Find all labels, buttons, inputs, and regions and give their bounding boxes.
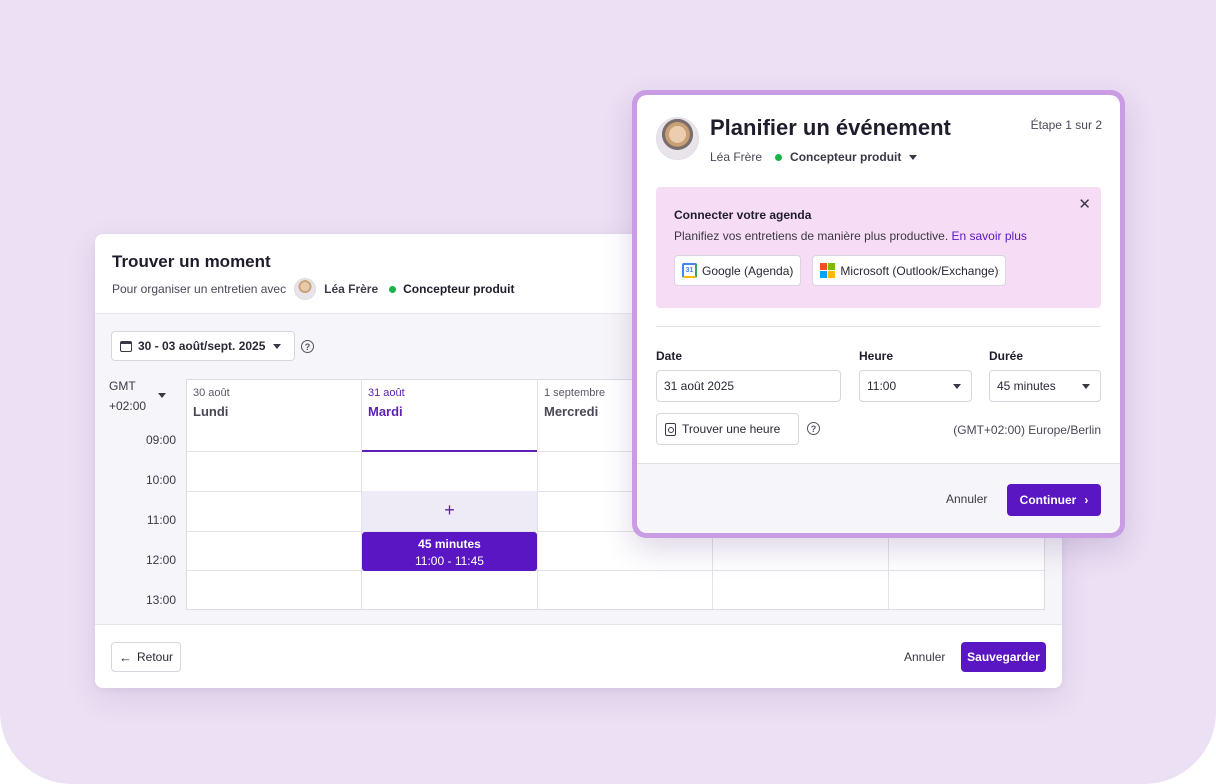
duration-label: Durée <box>989 349 1024 363</box>
date-range-select[interactable]: 30 - 03 août/sept. 2025 <box>111 331 295 361</box>
hour-label: 09:00 <box>145 433 176 447</box>
time-select[interactable]: 11:00 <box>859 370 972 402</box>
find-time-button[interactable]: Trouver une heure <box>656 413 799 445</box>
person-name: Léa Frère <box>324 282 379 296</box>
microsoft-label: Microsoft (Outlook/Exchange) <box>840 263 999 278</box>
chevron-right-icon: › <box>1084 493 1089 507</box>
event-title: 45 minutes <box>418 537 481 551</box>
hour-label: 10:00 <box>145 473 176 487</box>
event-time: 11:00 - 11:45 <box>415 554 484 568</box>
page-canvas: Trouver un moment Pour organiser un entr… <box>0 0 1216 784</box>
help-icon[interactable]: ? <box>301 340 314 353</box>
timezone-text: (GMT+02:00) Europe/Berlin <box>953 423 1101 437</box>
calendar-icon <box>120 340 132 352</box>
search-document-icon <box>665 422 676 436</box>
cancel-button[interactable]: Annuler <box>904 650 945 664</box>
status-dot <box>775 153 783 161</box>
event-block[interactable]: 45 minutes 11:00 - 11:45 <box>362 532 537 571</box>
hour-label: 11:00 <box>146 513 176 527</box>
find-time-label: Trouver une heure <box>682 422 781 436</box>
day-date: 30 août <box>193 387 230 399</box>
microsoft-icon <box>820 263 836 278</box>
duration-select[interactable]: 45 minutes <box>989 370 1101 402</box>
day-name: Mardi <box>368 404 403 419</box>
day-header[interactable]: 31 août Mardi <box>362 380 537 452</box>
duration-value: 45 minutes <box>997 379 1056 393</box>
google-label: Google (Agenda) <box>702 263 794 278</box>
modal-title: Planifier un événement <box>710 115 951 140</box>
timezone-label: GMT <box>109 379 136 393</box>
schedule-modal: Planifier un événement Étape 1 sur 2 Léa… <box>637 95 1120 533</box>
chevron-down-icon <box>953 384 961 389</box>
step-indicator: Étape 1 sur 2 <box>1030 118 1102 132</box>
time-value: 11:00 <box>867 379 897 393</box>
learn-more-link[interactable]: En savoir plus <box>952 229 1027 243</box>
google-calendar-button[interactable]: 31 Google (Agenda) <box>674 255 802 286</box>
hour-label: 12:00 <box>145 553 176 567</box>
arrow-left-icon: ← <box>118 649 132 665</box>
provider-buttons: 31 Google (Agenda) Microsoft (Outlook/Ex… <box>674 255 1083 286</box>
day-name: Lundi <box>193 404 229 419</box>
banner-title: Connecter votre agenda <box>674 208 812 222</box>
add-slot-button[interactable]: + <box>362 491 537 531</box>
date-label: Date <box>656 349 683 363</box>
schedule-modal-frame: Planifier un événement Étape 1 sur 2 Léa… <box>632 90 1125 538</box>
day-column-lundi: 30 août Lundi <box>187 380 362 609</box>
continue-label: Continuer <box>1019 493 1077 507</box>
day-date: 31 août <box>368 387 405 399</box>
date-field[interactable]: 31 août 2025 <box>656 370 841 402</box>
date-value: 31 août 2025 <box>664 379 735 393</box>
google-calendar-icon: 31 <box>682 263 697 278</box>
microsoft-button[interactable]: Microsoft (Outlook/Exchange) <box>812 255 1007 286</box>
modal-footer: Annuler Continuer › <box>637 463 1120 533</box>
modal-subtitle: Léa Frère Concepteur produit <box>710 150 918 164</box>
card-footer: ← Retour Annuler Sauvegarder <box>95 624 1062 688</box>
status-dot <box>389 285 397 293</box>
day-header[interactable]: 30 août Lundi <box>187 380 361 452</box>
cancel-button[interactable]: Annuler <box>946 492 987 506</box>
banner-text: Planifiez vos entretiens de manière plus… <box>674 229 1083 243</box>
role-label: Concepteur produit <box>403 282 515 296</box>
avatar <box>294 278 317 300</box>
person-name: Léa Frère <box>710 150 763 164</box>
chevron-down-icon[interactable] <box>158 393 166 398</box>
save-button[interactable]: Sauvegarder <box>961 642 1046 672</box>
chevron-down-icon <box>273 343 282 349</box>
avatar <box>656 117 699 160</box>
chevron-down-icon[interactable] <box>909 154 918 160</box>
help-icon[interactable]: ? <box>807 422 820 435</box>
hour-label: 13:00 <box>145 593 176 607</box>
date-range-value: 30 - 03 août/sept. 2025 <box>138 339 266 353</box>
role-select[interactable]: Concepteur produit <box>790 150 901 164</box>
divider <box>656 326 1101 327</box>
hour-gridline <box>187 570 1044 571</box>
chevron-down-icon <box>1082 384 1090 389</box>
continue-button[interactable]: Continuer › <box>1007 484 1101 516</box>
banner-description: Planifiez vos entretiens de manière plus… <box>674 229 949 243</box>
connect-calendar-banner: ✕ Connecter votre agenda Planifiez vos e… <box>656 187 1101 308</box>
close-icon[interactable]: ✕ <box>1078 195 1091 213</box>
back-button[interactable]: ← Retour <box>111 642 181 672</box>
timezone-selector[interactable]: GMT +02:00 <box>109 376 146 416</box>
subtitle-prefix: Pour organiser un entretien avec <box>112 282 287 296</box>
back-label: Retour <box>136 650 174 664</box>
timezone-offset: +02:00 <box>109 399 147 413</box>
time-label: Heure <box>859 349 894 363</box>
